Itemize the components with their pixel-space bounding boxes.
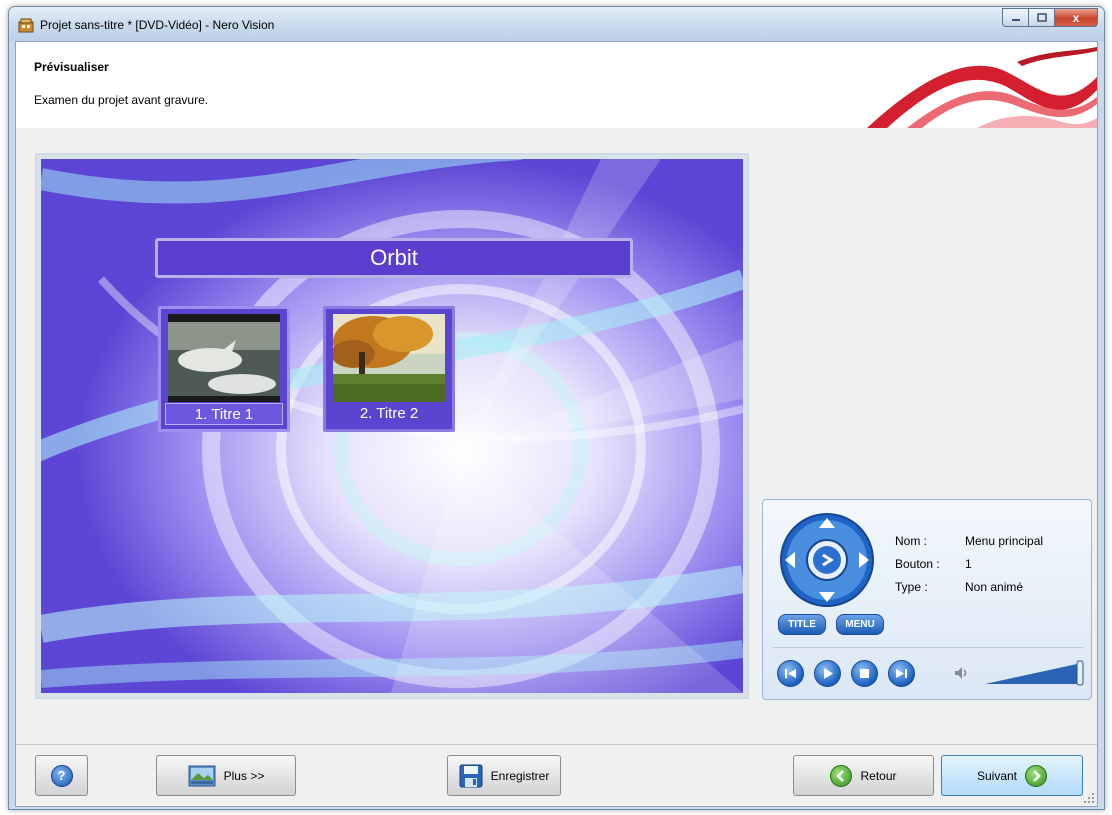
more-button-label: Plus >> — [223, 768, 265, 783]
info-key-button: Bouton : — [895, 557, 940, 571]
footer-divider — [16, 744, 1097, 745]
play-button[interactable] — [814, 660, 841, 687]
info-value-type: Non animé — [965, 580, 1024, 594]
resize-grip-icon[interactable] — [1083, 792, 1095, 804]
menu-button-label: 2. Titre 2 — [359, 405, 419, 422]
help-button[interactable]: ? — [35, 755, 88, 796]
save-button-label: Enregistrer — [490, 768, 550, 783]
thumbnail-beluga-whales — [168, 314, 280, 402]
more-button[interactable]: Plus >> — [156, 755, 296, 796]
stop-button[interactable] — [851, 660, 878, 687]
speaker-icon[interactable] — [953, 665, 969, 681]
minimize-button[interactable] — [1002, 8, 1029, 27]
window-title: Projet sans-titre * [DVD-Vidéo] - Nero V… — [40, 18, 275, 32]
save-button[interactable]: Enregistrer — [447, 755, 561, 796]
expand-panel-icon — [188, 765, 216, 786]
back-arrow-icon — [830, 764, 853, 787]
menu-button-label: 1. Titre 1 — [165, 403, 283, 425]
maximize-button[interactable] — [1029, 8, 1055, 27]
play-icon — [824, 668, 833, 679]
floppy-disk-icon — [459, 764, 483, 787]
volume-slider[interactable] — [985, 658, 1085, 688]
stop-icon — [860, 669, 869, 678]
preview-frame: Orbit 1. Titre 1 2. Titre 2 — [35, 153, 749, 699]
info-value-name: Menu principal — [965, 534, 1044, 548]
menu-title-bar: Orbit — [155, 238, 633, 278]
page-title: Prévisualiser — [34, 60, 109, 74]
menu-button-title-2[interactable]: 2. Titre 2 — [323, 306, 455, 432]
thumbnail-autumn-tree — [333, 314, 445, 402]
minimize-icon — [1011, 18, 1020, 21]
close-icon: x — [1072, 10, 1080, 25]
page-subtitle: Examen du projet avant gravure. — [34, 93, 209, 107]
app-window: Projet sans-titre * [DVD-Vidéo] - Nero V… — [8, 6, 1105, 810]
nero-vision-app-icon — [18, 18, 34, 33]
window-controls: x — [1002, 8, 1098, 27]
menu-button[interactable]: MENU — [836, 614, 884, 635]
nero-brand-swoosh — [867, 47, 1097, 128]
info-key-type: Type : — [895, 580, 928, 594]
info-value-button: 1 — [965, 557, 972, 571]
dvd-menu-preview[interactable]: Orbit 1. Titre 1 2. Titre 2 — [41, 159, 743, 693]
forward-arrow-icon — [1025, 764, 1048, 787]
wizard-page: Prévisualiser Examen du projet avant gra… — [15, 41, 1098, 807]
next-step-button[interactable]: Suivant — [941, 755, 1083, 796]
close-button[interactable]: x — [1055, 8, 1098, 27]
previous-button[interactable] — [777, 660, 804, 687]
page-header: Prévisualiser Examen du projet avant gra… — [16, 42, 1097, 128]
back-button[interactable]: Retour — [793, 755, 934, 796]
maximize-icon — [1036, 13, 1047, 22]
title-button[interactable]: TITLE — [778, 614, 826, 635]
menu-button-title-1[interactable]: 1. Titre 1 — [158, 306, 290, 432]
previous-icon — [785, 669, 796, 678]
info-key-name: Nom : — [895, 534, 928, 548]
next-step-button-label: Suivant — [976, 768, 1018, 783]
title-bar[interactable]: Projet sans-titre * [DVD-Vidéo] - Nero V… — [9, 7, 1104, 41]
remote-control-panel: Nom : Menu principal Bouton : 1 Type : Non … — [762, 499, 1092, 700]
divider — [773, 647, 1083, 648]
menu-info: Nom : Menu principal Bouton : 1 Type : Non … — [895, 530, 1043, 599]
navigation-dpad[interactable] — [779, 512, 875, 608]
back-button-label: Retour — [860, 768, 897, 783]
next-button[interactable] — [888, 660, 915, 687]
next-icon — [896, 669, 907, 678]
help-icon: ? — [50, 764, 73, 787]
